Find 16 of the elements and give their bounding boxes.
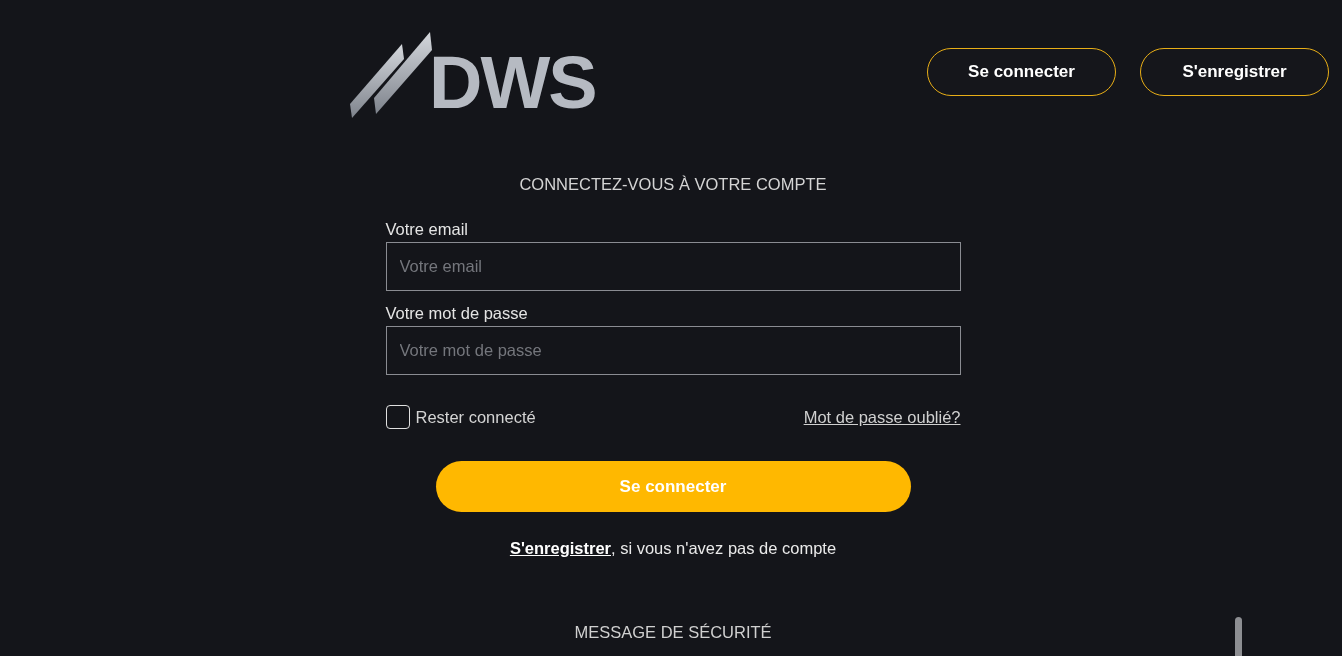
header-button[interactable]: S'enregistrer: [1140, 48, 1329, 96]
remember-me-checkbox[interactable]: [385, 405, 410, 429]
scrollbar-thumb[interactable]: [1235, 617, 1242, 656]
checkbox-label: Rester connecté: [415, 406, 536, 428]
field-label: Votre email: [385, 219, 470, 240]
input-field[interactable]: Votre email: [385, 242, 961, 291]
form-title: CONNECTEZ-VOUS À VOTRE COMPTE: [518, 174, 828, 195]
forgot-password-link[interactable]: Mot de passe oublié?: [803, 404, 961, 430]
slash-marks-icon: [350, 32, 432, 118]
register-prompt: S'enregistrer, si vous n'avez pas de compte: [508, 538, 838, 559]
register-link[interactable]: S'enregistrer: [509, 539, 611, 557]
input-field[interactable]: Votre mot de passe: [385, 326, 961, 375]
logo-wordmark: DWS: [429, 46, 596, 120]
field-label: Votre mot de passe: [385, 303, 529, 324]
header-button[interactable]: Se connecter: [927, 48, 1116, 96]
section-heading: MESSAGE DE SÉCURITÉ: [573, 622, 773, 643]
